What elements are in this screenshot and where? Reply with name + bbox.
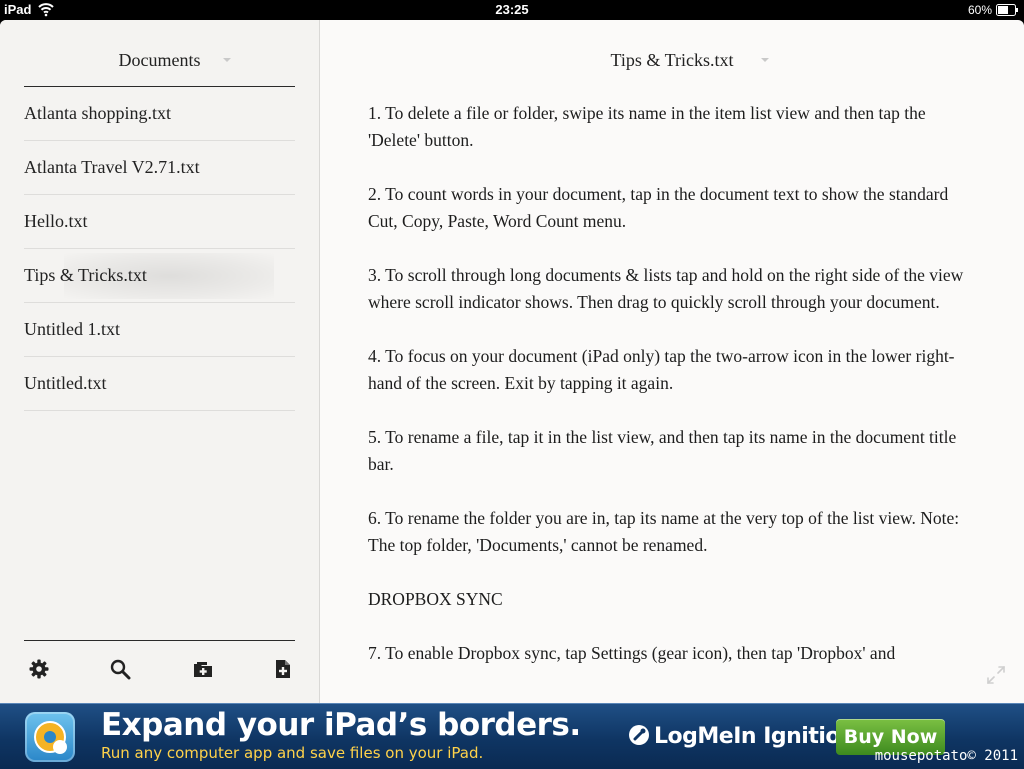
- paragraph: 2. To count words in your document, tap …: [368, 184, 949, 231]
- file-name: Untitled 1.txt: [24, 319, 120, 339]
- file-name: Untitled.txt: [24, 373, 107, 393]
- paragraph: 4. To focus on your document (iPad only)…: [368, 346, 955, 393]
- file-name: Tips & Tricks.txt: [24, 265, 147, 285]
- sidebar-header[interactable]: Documents: [24, 20, 295, 87]
- search-icon[interactable]: [109, 658, 131, 680]
- file-name: Atlanta shopping.txt: [24, 103, 171, 123]
- file-list: Atlanta shopping.txt Atlanta Travel V2.7…: [24, 87, 295, 411]
- paragraph: 5. To rename a file, tap it in the list …: [368, 427, 957, 474]
- ad-credit: mousepotato© 2011: [874, 748, 1018, 764]
- file-list-item[interactable]: Atlanta Travel V2.71.txt: [24, 141, 295, 195]
- clock: 23:25: [495, 2, 529, 17]
- brand-logo-icon: [628, 724, 650, 746]
- battery-icon: [996, 4, 1018, 16]
- new-folder-icon[interactable]: [192, 658, 214, 680]
- paragraph: 3. To scroll through long documents & li…: [368, 265, 964, 312]
- expand-arrows-icon[interactable]: [985, 664, 1007, 686]
- status-bar: iPad 23:25 60%: [0, 0, 1024, 20]
- battery-percentage: 60%: [967, 3, 992, 17]
- file-name: Hello.txt: [24, 211, 88, 231]
- ad-brand-name: LogMeIn Ignition: [654, 724, 856, 749]
- sidebar-toolbar: [24, 640, 295, 703]
- file-name: Atlanta Travel V2.71.txt: [24, 157, 200, 177]
- document-title[interactable]: Tips & Tricks.txt: [320, 50, 1024, 71]
- gear-icon[interactable]: [28, 658, 50, 680]
- ad-banner[interactable]: Expand your iPad’s borders. Run any comp…: [0, 703, 1024, 769]
- app-icon: [25, 712, 75, 762]
- chevron-down-icon: [223, 58, 231, 62]
- sidebar: Documents Atlanta shopping.txt Atlanta T…: [0, 20, 320, 703]
- section-heading: DROPBOX SYNC: [368, 589, 503, 609]
- file-list-item[interactable]: Untitled.txt: [24, 357, 295, 411]
- paragraph: 6. To rename the folder you are in, tap …: [368, 508, 960, 555]
- file-list-item-selected[interactable]: Tips & Tricks.txt: [24, 249, 295, 303]
- document-text[interactable]: 1. To delete a file or folder, swipe its…: [368, 100, 978, 703]
- new-document-icon[interactable]: [272, 658, 294, 680]
- file-list-item[interactable]: Atlanta shopping.txt: [24, 87, 295, 141]
- file-list-item[interactable]: Hello.txt: [24, 195, 295, 249]
- file-list-item[interactable]: Untitled 1.txt: [24, 303, 295, 357]
- ad-headline: Expand your iPad’s borders.: [101, 707, 581, 743]
- document-title-bar[interactable]: Tips & Tricks.txt: [320, 20, 1024, 86]
- chevron-down-icon: [761, 58, 769, 62]
- paragraph: 7. To enable Dropbox sync, tap Settings …: [368, 643, 896, 663]
- ad-brand: LogMeIn Ignition: [628, 724, 856, 749]
- ad-subline: Run any computer app and save files on y…: [101, 744, 484, 762]
- paragraph: 1. To delete a file or folder, swipe its…: [368, 103, 926, 150]
- folder-title[interactable]: Documents: [24, 50, 295, 71]
- app-window: Documents Atlanta shopping.txt Atlanta T…: [0, 20, 1024, 703]
